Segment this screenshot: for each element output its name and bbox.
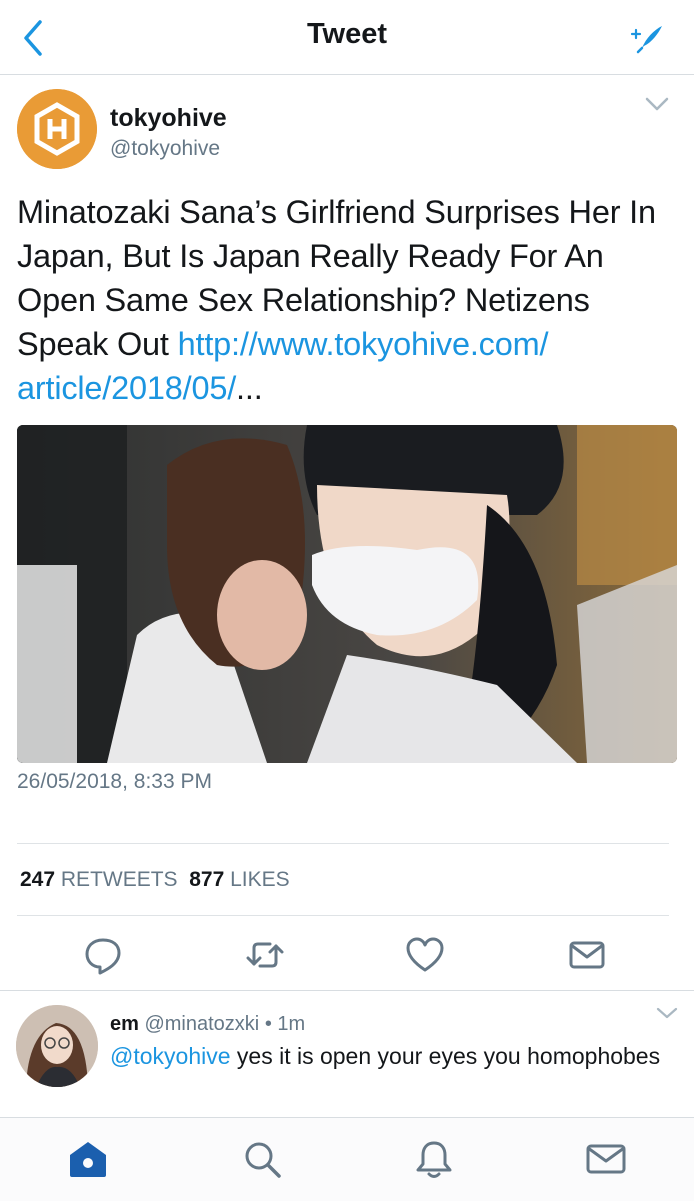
tweet-timestamp: 26/05/2018, 8:33 PM — [17, 770, 212, 793]
reply-header: em @minatozxki • 1m — [110, 1013, 305, 1036]
divider — [17, 843, 669, 844]
tweet-photo[interactable] — [17, 425, 677, 763]
divider — [17, 915, 669, 916]
retweets-count[interactable]: 247 — [20, 868, 55, 891]
messages-mail-icon[interactable] — [584, 1137, 628, 1181]
search-icon[interactable] — [240, 1137, 284, 1181]
link-ellipsis: ... — [236, 370, 263, 406]
likes-count[interactable]: 877 — [189, 868, 224, 891]
retweets-label[interactable]: RETWEETS — [61, 868, 178, 891]
share-mail-icon[interactable] — [562, 930, 612, 980]
compose-icon[interactable] — [628, 20, 668, 56]
reply-time: 1m — [277, 1013, 306, 1035]
tweet-text: Minatozaki Sana’s Girlfriend Surprises H… — [17, 190, 679, 410]
author-avatar[interactable] — [17, 89, 97, 169]
page-title: Tweet — [306, 18, 388, 50]
reply-author-name[interactable]: em — [110, 1013, 139, 1035]
notifications-bell-icon[interactable] — [412, 1137, 456, 1181]
reply-author-handle[interactable]: @minatozxki — [144, 1013, 259, 1035]
author-handle[interactable]: @tokyohive — [110, 137, 220, 161]
author-name[interactable]: tokyohive — [110, 104, 227, 133]
retweet-icon[interactable] — [240, 930, 290, 980]
chevron-down-icon[interactable] — [654, 1003, 680, 1023]
chevron-down-icon[interactable] — [642, 93, 672, 115]
like-heart-icon[interactable] — [400, 930, 450, 980]
dot-separator: • — [264, 1013, 272, 1035]
reply-avatar[interactable] — [16, 1005, 98, 1087]
likes-label[interactable]: LIKES — [230, 868, 290, 891]
reply-text: @tokyohive yes it is open your eyes you … — [110, 1041, 670, 1071]
reply-body: yes it is open your eyes you homophobes — [230, 1043, 661, 1069]
engagement-stats: 247 RETWEETS 877 LIKES — [20, 868, 290, 892]
reply-mention[interactable]: @tokyohive — [110, 1043, 231, 1069]
section-divider — [0, 990, 694, 991]
home-icon[interactable] — [66, 1137, 110, 1181]
reply-icon[interactable] — [78, 930, 128, 980]
